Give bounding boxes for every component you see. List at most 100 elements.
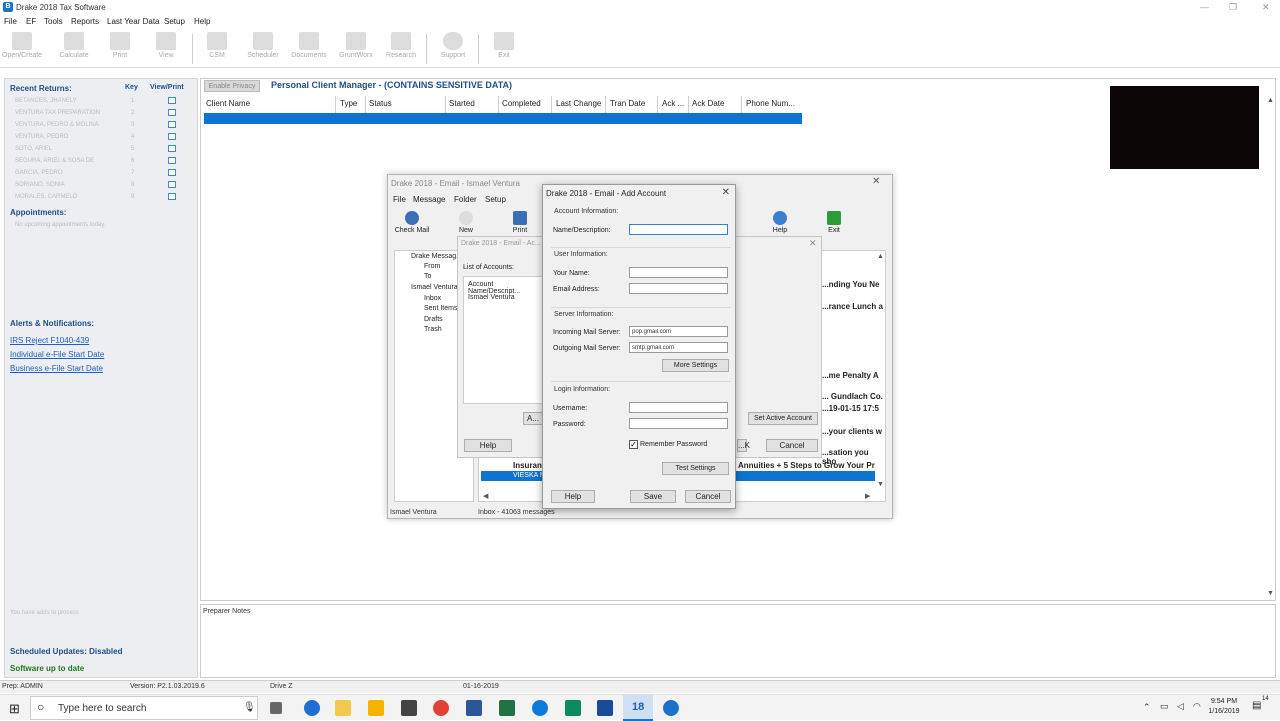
menu-file[interactable]: File <box>4 17 17 26</box>
add-account-close-icon[interactable]: ✕ <box>722 187 730 198</box>
menu-setup[interactable]: Setup <box>164 17 185 26</box>
gruntworx-button[interactable]: GruntWorx <box>336 32 376 59</box>
view-print-checkbox[interactable] <box>168 181 176 188</box>
column-header-started[interactable]: Started <box>449 99 475 108</box>
task-view-icon[interactable] <box>270 702 282 714</box>
enable-privacy-button[interactable]: Enable Privacy <box>204 80 260 92</box>
windows-start-icon[interactable]: ⊞ <box>9 701 20 717</box>
email-address-input[interactable] <box>629 283 728 294</box>
new-message-button[interactable]: New <box>446 211 486 234</box>
chrome-icon[interactable] <box>433 700 449 716</box>
column-header-status[interactable]: Status <box>369 99 392 108</box>
column-header-phone[interactable]: Phone Num... <box>746 99 795 108</box>
name-description-input[interactable] <box>629 224 728 235</box>
microphone-icon[interactable]: 🎙 <box>243 702 256 713</box>
column-header-ack[interactable]: Ack ... <box>662 99 684 108</box>
message-subject[interactable]: ...19-01-15 17:5 <box>822 404 879 413</box>
view-print-checkbox[interactable] <box>168 145 176 152</box>
recent-return-item[interactable]: SOTO, ARIEL <box>15 146 52 152</box>
outlook-icon[interactable] <box>597 700 613 716</box>
recent-return-item[interactable]: SEGURA, ARIEL & SOSA DE <box>15 158 94 164</box>
notifications-icon[interactable]: ▤ <box>1252 700 1261 711</box>
view-print-checkbox[interactable] <box>168 169 176 176</box>
recent-return-item[interactable]: VENTURA TAX PREPARATION <box>15 110 100 116</box>
ie-icon[interactable] <box>532 700 548 716</box>
tree-item[interactable]: Ismael Ventura <box>411 284 458 291</box>
file-explorer-icon[interactable] <box>335 700 351 716</box>
view-print-checkbox[interactable] <box>168 133 176 140</box>
alert-link[interactable]: IRS Reject F1040-439 <box>10 336 89 345</box>
mail-app-icon[interactable] <box>401 700 417 716</box>
column-header-completed[interactable]: Completed <box>502 99 541 108</box>
email-menu-folder[interactable]: Folder <box>454 195 477 204</box>
column-header-ack-date[interactable]: Ack Date <box>692 99 724 108</box>
store-icon[interactable] <box>368 700 384 716</box>
view-print-checkbox[interactable] <box>168 157 176 164</box>
accounts-cancel-button[interactable]: Cancel <box>766 439 818 452</box>
add-account-help-button[interactable]: Help <box>551 490 595 503</box>
quickbooks-icon[interactable] <box>565 700 581 716</box>
tree-item[interactable]: Drafts <box>424 316 443 323</box>
more-settings-button[interactable]: More Settings <box>662 359 729 372</box>
incoming-mail-server-input[interactable] <box>629 326 728 337</box>
maximize-icon[interactable]: ❐ <box>1229 2 1237 13</box>
recent-return-item[interactable]: GARCIA, PEDRO <box>15 170 63 176</box>
csm-button[interactable]: CSM <box>197 32 237 59</box>
drake-taskbar-button[interactable]: 18 <box>623 695 653 721</box>
recent-return-item[interactable]: MORALES, CARMELO <box>15 194 77 200</box>
tree-item[interactable]: Trash <box>424 326 442 333</box>
exit-button[interactable]: Exit <box>484 32 524 59</box>
column-header-last-change[interactable]: Last Change <box>556 99 601 108</box>
username-input[interactable] <box>629 402 728 413</box>
column-header-client-name[interactable]: Client Name <box>206 99 250 108</box>
scroll-up-arrow-icon[interactable]: ▲ <box>877 253 884 260</box>
menu-reports[interactable]: Reports <box>71 17 99 26</box>
email-print-button[interactable]: Print <box>500 211 540 234</box>
recent-return-item[interactable]: BETANCES, JHANELY <box>15 98 77 104</box>
tree-item[interactable]: Sent Items <box>424 305 457 312</box>
meeting-app-icon[interactable] <box>663 700 679 716</box>
message-subject[interactable]: ...rance Lunch a <box>822 302 883 311</box>
tree-item[interactable]: Drake Messag... <box>411 253 462 260</box>
email-menu-setup[interactable]: Setup <box>485 195 506 204</box>
scroll-left-arrow-icon[interactable]: ◀ <box>483 492 488 500</box>
research-button[interactable]: Research <box>381 32 421 59</box>
column-header-type[interactable]: Type <box>340 99 357 108</box>
menu-help[interactable]: Help <box>194 17 210 26</box>
message-subject[interactable]: ...nding You Ne <box>822 280 879 289</box>
save-button[interactable]: Save <box>630 490 676 503</box>
set-active-account-button[interactable]: Set Active Account <box>748 412 818 425</box>
print-button[interactable]: Print <box>100 32 140 59</box>
edge-browser-icon[interactable] <box>304 700 320 716</box>
view-print-checkbox[interactable] <box>168 193 176 200</box>
remember-password-checkbox[interactable]: ✓ <box>629 440 638 449</box>
add-account-cancel-button[interactable]: Cancel <box>685 490 731 503</box>
accounts-help-button[interactable]: Help <box>464 439 512 452</box>
tree-item[interactable]: From <box>424 263 440 270</box>
add-account-button[interactable]: A... <box>523 412 543 425</box>
test-settings-button[interactable]: Test Settings <box>662 462 729 475</box>
word-icon[interactable] <box>466 700 482 716</box>
scroll-right-arrow-icon[interactable]: ▶ <box>865 492 870 500</box>
taskbar-clock[interactable]: 9:54 PM 1/16/2019 <box>1205 697 1243 717</box>
email-menu-file[interactable]: File <box>393 195 406 204</box>
message-subject[interactable]: ...your clients w <box>822 427 882 436</box>
column-header-tran-date[interactable]: Tran Date <box>610 99 645 108</box>
email-menu-message[interactable]: Message <box>413 195 445 204</box>
message-subject[interactable]: ...me Penalty A <box>822 371 879 380</box>
menu-last-year-data[interactable]: Last Year Data <box>107 17 159 26</box>
email-help-button[interactable]: Help <box>760 211 800 234</box>
menu-ef[interactable]: EF <box>26 17 36 26</box>
message-subject[interactable]: ... Gundlach Co. <box>822 392 883 401</box>
account-entry[interactable]: Ismael Ventura <box>468 294 515 301</box>
preparer-notes-panel[interactable]: Preparer Notes <box>200 604 1276 678</box>
network-icon[interactable]: ▭ <box>1160 701 1169 712</box>
excel-icon[interactable] <box>499 700 515 716</box>
minimize-icon[interactable]: — <box>1200 2 1209 12</box>
selected-client-row[interactable] <box>204 113 802 124</box>
recent-return-item[interactable]: VENTURA, PEDRO <box>15 134 68 140</box>
close-icon[interactable]: ✕ <box>1262 2 1270 13</box>
accounts-ok-button[interactable]: ...K <box>737 439 750 452</box>
menu-tools[interactable]: Tools <box>44 17 63 26</box>
view-button[interactable]: View <box>146 32 186 59</box>
